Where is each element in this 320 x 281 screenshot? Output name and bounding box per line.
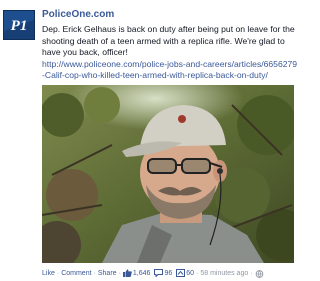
share-icon [176,269,186,278]
separator-dot: · [93,270,96,277]
globe-icon[interactable] [255,269,264,278]
shares-count: 60 [186,270,195,277]
post-actions-bar: Like · Comment · Share · 1,646 96 60 · 5… [42,269,300,278]
separator-dot: · [196,270,199,277]
share-link[interactable]: Share [98,269,117,278]
like-thumb-icon [122,269,132,278]
like-link[interactable]: Like [42,269,55,278]
svg-text:P1: P1 [11,18,28,34]
likes-count: 1,646 [132,270,151,277]
comments-count: 96 [164,270,173,277]
officer-photo [42,85,294,263]
post-text: Dep. Erick Gelhaus is back on duty after… [42,24,295,58]
post-link[interactable]: http://www.policeone.com/police-jobs-and… [42,59,298,82]
comment-bubble-icon [154,269,164,278]
separator-dot: · [118,270,121,277]
comment-link[interactable]: Comment [61,269,91,278]
facebook-post: P1 PoliceOne.com Dep. Erick Gelhaus is b… [0,0,300,281]
page-name-link[interactable]: PoliceOne.com [42,9,114,20]
post-photo[interactable] [42,85,294,263]
page-avatar[interactable]: P1 [3,10,35,40]
comments-count-group[interactable]: 96 [154,269,172,278]
post-message: Dep. Erick Gelhaus is back on duty after… [42,24,298,82]
policeone-logo-icon: P1 [4,11,34,39]
shares-count-group[interactable]: 60 [176,269,194,278]
likes-count-group[interactable]: 1,646 [122,269,151,278]
timestamp-link[interactable]: 58 minutes ago [200,269,248,278]
separator-dot: · [56,270,60,277]
separator-dot: · [250,270,253,277]
